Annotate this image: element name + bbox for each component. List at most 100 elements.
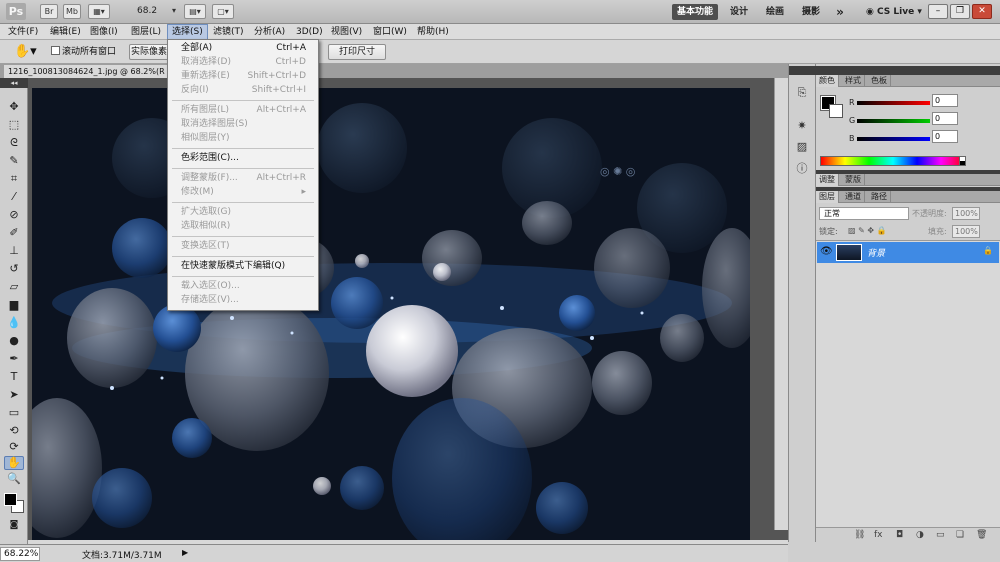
bridge-button[interactable]: Br bbox=[40, 4, 58, 19]
lock-icons[interactable]: ▨ ✎ ✥ 🔒 bbox=[848, 226, 887, 235]
navigator-panel-icon[interactable]: ✷ bbox=[794, 119, 810, 133]
workspace-essentials[interactable]: 基本功能 bbox=[672, 4, 718, 20]
color-spectrum-bar[interactable] bbox=[820, 156, 966, 166]
zoom-dropdown-icon[interactable]: ▾ bbox=[168, 4, 180, 19]
blend-mode-select[interactable]: 正常 bbox=[819, 207, 909, 220]
healing-brush-tool-icon[interactable]: ⊘ bbox=[4, 208, 24, 222]
quick-mask-icon[interactable]: ◙ bbox=[4, 518, 24, 532]
menu-view[interactable]: 视图(V) bbox=[327, 24, 366, 40]
new-layer-icon[interactable]: ❏ bbox=[956, 530, 964, 540]
select-menu-item[interactable]: 取消选择图层(S) bbox=[168, 118, 318, 131]
screen-mode-button[interactable]: ▢▾ bbox=[212, 4, 234, 19]
path-selection-tool-icon[interactable]: ➤ bbox=[4, 388, 24, 402]
menu-layer[interactable]: 图层(L) bbox=[127, 24, 165, 40]
restore-button[interactable]: ❐ bbox=[950, 4, 970, 19]
scroll-all-windows-checkbox[interactable]: 滚动所有窗口 bbox=[51, 46, 116, 58]
menu-3d[interactable]: 3D(D) bbox=[292, 24, 327, 40]
menu-file[interactable]: 文件(F) bbox=[4, 24, 42, 40]
tools-collapse-grip[interactable]: ◂◂ bbox=[0, 78, 28, 88]
lasso-tool-icon[interactable]: ᘓ bbox=[4, 136, 24, 150]
new-group-icon[interactable]: ▭ bbox=[936, 530, 945, 540]
menu-filter[interactable]: 滤镜(T) bbox=[209, 24, 248, 40]
shape-tool-icon[interactable]: ▭ bbox=[4, 406, 24, 420]
mini-bridge-button[interactable]: Mb bbox=[63, 4, 81, 19]
tab-swatches[interactable]: 色板 bbox=[868, 75, 891, 87]
crop-tool-icon[interactable]: ⌗ bbox=[4, 172, 24, 186]
fill-field[interactable]: 100% bbox=[952, 225, 980, 238]
select-menu-item[interactable]: 选取相似(R) bbox=[168, 220, 318, 233]
info-panel-icon[interactable]: ⓘ bbox=[794, 162, 810, 176]
select-menu-item[interactable]: 存储选区(V)... bbox=[168, 294, 318, 307]
print-size-button[interactable]: 打印尺寸 bbox=[328, 44, 386, 60]
select-menu-item[interactable]: 修改(M) ▸ bbox=[168, 186, 318, 199]
foreground-color-swatch[interactable] bbox=[4, 493, 17, 506]
select-menu-item[interactable]: 取消选择(D) Ctrl+D bbox=[168, 56, 318, 69]
tab-adjustments[interactable]: 调整 bbox=[816, 174, 839, 186]
select-menu-item[interactable]: 色彩范围(C)... bbox=[168, 152, 318, 165]
background-color-large[interactable] bbox=[829, 104, 843, 118]
marquee-tool-icon[interactable]: ⬚ bbox=[4, 118, 24, 132]
clone-stamp-tool-icon[interactable]: ⊥ bbox=[4, 244, 24, 258]
workspace-painting[interactable]: 绘画 bbox=[760, 4, 790, 20]
pen-tool-icon[interactable]: ✒ bbox=[4, 352, 24, 366]
hand-tool-preset-icon[interactable]: ✋▾ bbox=[14, 44, 37, 59]
history-panel-icon[interactable]: ⎘ bbox=[794, 86, 810, 100]
select-menu-item[interactable]: 扩大选取(G) bbox=[168, 206, 318, 219]
select-menu-item[interactable]: 全部(A) Ctrl+A bbox=[168, 42, 318, 55]
status-zoom-field[interactable]: 68.22% bbox=[0, 547, 40, 561]
hand-tool-icon[interactable]: ✋ bbox=[4, 456, 24, 470]
move-tool-icon[interactable]: ✥ bbox=[4, 100, 24, 114]
menu-edit[interactable]: 编辑(E) bbox=[46, 24, 85, 40]
trash-icon[interactable]: 🗑 bbox=[976, 530, 987, 540]
3d-rotate-tool-icon[interactable]: ⟲ bbox=[4, 424, 24, 438]
history-brush-tool-icon[interactable]: ↺ bbox=[4, 262, 24, 276]
select-menu-item[interactable]: 相似图层(Y) bbox=[168, 132, 318, 145]
view-extras-button[interactable]: ▦▾ bbox=[88, 4, 110, 19]
dodge-tool-icon[interactable]: ● bbox=[4, 334, 24, 348]
adjustment-layer-icon[interactable]: ◑ bbox=[916, 530, 924, 540]
cs-live-button[interactable]: ◉ CS Live ▾ bbox=[866, 4, 922, 20]
select-menu-item[interactable]: 反向(I) Shift+Ctrl+I bbox=[168, 84, 318, 97]
layer-style-icon[interactable]: fx bbox=[874, 530, 883, 540]
document-canvas[interactable]: ◎ ✺ ◎ bbox=[32, 88, 750, 540]
actual-pixels-button[interactable]: 实际像素 bbox=[129, 44, 169, 60]
add-mask-icon[interactable]: ◘ bbox=[896, 530, 903, 540]
tab-paths[interactable]: 路径 bbox=[868, 191, 891, 203]
brush-tool-icon[interactable]: ✐ bbox=[4, 226, 24, 240]
dock-grip[interactable] bbox=[789, 66, 816, 75]
tab-layers[interactable]: 图层 bbox=[816, 191, 839, 203]
tab-channels[interactable]: 通道 bbox=[842, 191, 865, 203]
tab-styles[interactable]: 样式 bbox=[842, 75, 865, 87]
opacity-field[interactable]: 100% bbox=[952, 207, 980, 220]
channel-r-value[interactable]: 0 bbox=[932, 94, 958, 107]
select-menu-item[interactable]: 载入选区(O)... bbox=[168, 280, 318, 293]
more-workspaces-button[interactable]: » bbox=[832, 4, 848, 20]
select-menu-item[interactable]: 所有图层(L) Alt+Ctrl+A bbox=[168, 104, 318, 117]
tab-masks[interactable]: 蒙版 bbox=[842, 174, 865, 186]
menu-window[interactable]: 窗口(W) bbox=[369, 24, 411, 40]
status-menu-arrow-icon[interactable]: ▶ bbox=[182, 548, 188, 557]
black-white-swatch[interactable] bbox=[959, 156, 966, 166]
zoom-tool-icon[interactable]: 🔍 bbox=[4, 472, 24, 486]
tab-color[interactable]: 颜色 bbox=[816, 75, 839, 87]
zoom-level[interactable]: 68.2 bbox=[137, 4, 167, 19]
3d-orbit-tool-icon[interactable]: ⟳ bbox=[4, 440, 24, 454]
layer-row[interactable]: 👁 背景 🔒 bbox=[817, 242, 999, 263]
channel-r-slider[interactable] bbox=[857, 101, 930, 105]
document-tab[interactable]: 1216_100813084624_1.jpg @ 68.2%(R bbox=[4, 65, 182, 78]
close-button[interactable]: ✕ bbox=[972, 4, 992, 19]
channel-b-slider[interactable] bbox=[857, 137, 930, 141]
select-menu-item[interactable]: 调整蒙版(F)... Alt+Ctrl+R bbox=[168, 172, 318, 185]
eraser-tool-icon[interactable]: ▱ bbox=[4, 280, 24, 294]
link-layers-icon[interactable]: ⛓ bbox=[854, 530, 865, 540]
menu-image[interactable]: 图像(I) bbox=[86, 24, 122, 40]
channel-g-value[interactable]: 0 bbox=[932, 112, 958, 125]
workspace-design[interactable]: 设计 bbox=[724, 4, 754, 20]
type-tool-icon[interactable]: T bbox=[4, 370, 24, 384]
select-menu-item[interactable]: 变换选区(T) bbox=[168, 240, 318, 253]
channel-b-value[interactable]: 0 bbox=[932, 130, 958, 143]
eyedropper-tool-icon[interactable]: ⁄ bbox=[4, 190, 24, 204]
histogram-panel-icon[interactable]: ▨ bbox=[794, 140, 810, 154]
eye-icon[interactable]: 👁 bbox=[820, 246, 833, 258]
vertical-scrollbar[interactable] bbox=[774, 78, 788, 530]
